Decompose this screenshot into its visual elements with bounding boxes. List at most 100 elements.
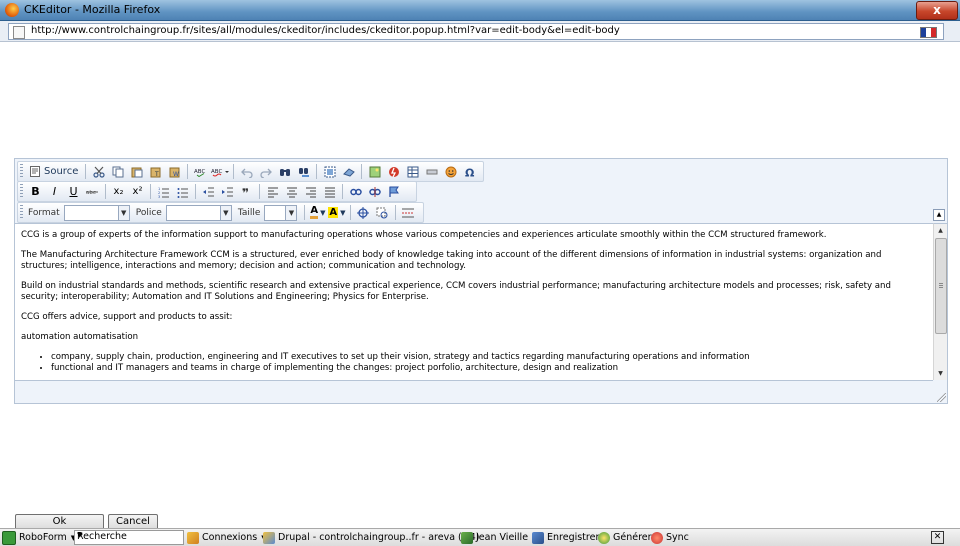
scroll-down-icon[interactable]: ▼ (935, 368, 946, 379)
replace-button[interactable] (295, 163, 312, 180)
bulleted-list-button[interactable] (174, 183, 191, 200)
horizontal-rule-button[interactable] (423, 163, 440, 180)
remove-format-button[interactable] (340, 163, 357, 180)
table-button[interactable] (404, 163, 421, 180)
generate-button[interactable]: Générer (598, 531, 652, 544)
omega-icon: Ω (465, 166, 475, 178)
outdent-button[interactable] (200, 183, 217, 200)
paste-word-icon: W (169, 167, 180, 178)
chevron-down-icon: ▼ (340, 208, 346, 217)
scayt-button[interactable]: ABC (211, 163, 230, 180)
indent-icon (221, 187, 233, 196)
size-label: Taille (237, 207, 261, 218)
save-icon (532, 531, 544, 544)
firefox-icon (5, 3, 19, 17)
special-char-button[interactable]: Ω (461, 163, 478, 180)
roboform-button[interactable]: RoboForm ▼ (2, 530, 76, 545)
separator (187, 164, 189, 179)
paste-button[interactable] (128, 163, 145, 180)
paste-text-icon: T (150, 167, 161, 178)
image-button[interactable] (366, 163, 383, 180)
smiley-button[interactable] (442, 163, 459, 180)
format-label: Format (28, 207, 60, 218)
subscript-button[interactable]: x₂ (110, 183, 127, 200)
select-all-button[interactable] (321, 163, 338, 180)
undo-button[interactable] (238, 163, 255, 180)
unlink-icon (368, 186, 381, 197)
numbered-list-button[interactable]: 123 (155, 183, 172, 200)
save-button[interactable]: Enregistrer (532, 531, 599, 544)
sync-button[interactable]: Sync (651, 531, 689, 544)
window-close-button[interactable]: x (916, 1, 958, 20)
resize-handle-icon[interactable] (937, 393, 946, 402)
separator (259, 184, 260, 199)
page-break-button[interactable] (400, 204, 417, 221)
source-icon (30, 166, 40, 177)
toolbar-collapse-button[interactable]: ▲ (933, 209, 945, 221)
paste-word-button[interactable]: W (166, 163, 183, 180)
spellcheck-icon: ABC (194, 169, 205, 177)
enregistrer-label: Enregistrer (547, 532, 600, 543)
window-title: CKEditor - Mozilla Firefox (24, 3, 161, 16)
bg-color-label: A (328, 207, 339, 218)
copy-button[interactable] (109, 163, 126, 180)
underline-button[interactable]: U (65, 183, 82, 200)
align-left-button[interactable] (264, 183, 281, 200)
scayt-icon: ABC (211, 169, 230, 176)
address-bar: http://www.controlchaingroup.fr/sites/al… (0, 21, 960, 42)
flash-icon (388, 166, 399, 177)
separator (233, 164, 235, 179)
show-blocks-button[interactable] (374, 204, 391, 221)
format-select[interactable]: ▼ (63, 204, 130, 221)
italic-button[interactable]: I (46, 183, 63, 200)
drupal-login-button[interactable]: Drupal - controlchaingroup..fr - areva (… (263, 531, 479, 544)
indent-button[interactable] (219, 183, 236, 200)
bg-color-button[interactable]: A ▼ (328, 204, 346, 221)
scrollbar-thumb[interactable] (935, 238, 947, 334)
maximize-icon (357, 206, 370, 219)
font-label: Police (135, 207, 162, 218)
align-right-button[interactable] (302, 183, 319, 200)
unlink-button[interactable] (366, 183, 383, 200)
connexions-button[interactable]: Connexions ▼ (187, 531, 267, 544)
spellcheck-button[interactable]: ABC (192, 163, 209, 180)
align-center-button[interactable] (283, 183, 300, 200)
maximize-button[interactable] (355, 204, 372, 221)
svg-text:ABC: ABC (211, 169, 222, 175)
text-color-button[interactable]: A ▼ (309, 204, 326, 221)
scroll-up-icon[interactable]: ▲ (935, 225, 946, 236)
size-select[interactable]: ▼ (264, 204, 298, 221)
svg-text:3: 3 (158, 195, 160, 198)
separator (316, 164, 318, 179)
anchor-button[interactable] (385, 183, 402, 200)
editor-content[interactable]: CCG is a group of experts of the informa… (15, 223, 933, 381)
paste-text-button[interactable]: T (147, 163, 164, 180)
flash-button[interactable] (385, 163, 402, 180)
strike-button[interactable]: abc (84, 183, 101, 200)
separator (150, 184, 151, 199)
roboform-icon (2, 530, 16, 545)
justify-button[interactable] (321, 183, 338, 200)
flag-icon (388, 186, 399, 197)
svg-text:W: W (173, 171, 179, 178)
link-button[interactable] (347, 183, 364, 200)
replace-icon (298, 167, 309, 177)
close-icon[interactable]: ✕ (931, 531, 944, 544)
cut-button[interactable] (90, 163, 107, 180)
search-input[interactable]: Recherche ▼ (74, 530, 184, 545)
find-button[interactable] (276, 163, 293, 180)
blockquote-button[interactable]: ❞ (238, 183, 255, 200)
superscript-button[interactable]: x² (129, 183, 146, 200)
font-select[interactable]: ▼ (165, 204, 232, 221)
bold-button[interactable]: B (27, 183, 44, 200)
chevron-down-icon: ▼ (285, 205, 297, 220)
source-button[interactable]: Source (27, 163, 81, 180)
ckeditor: Source T W ABC ABC Ω B I U abc x₂ x² 1 2… (14, 158, 948, 404)
binoculars-icon (279, 168, 290, 176)
redo-button[interactable] (257, 163, 274, 180)
image-icon (369, 166, 381, 177)
url-field[interactable]: http://www.controlchaingroup.fr/sites/al… (8, 23, 944, 40)
content-scrollbar[interactable]: ▲ ▼ (933, 223, 947, 380)
identity-button[interactable]: Jean Vieille (461, 531, 528, 544)
jean-label: Jean Vieille (476, 532, 529, 543)
